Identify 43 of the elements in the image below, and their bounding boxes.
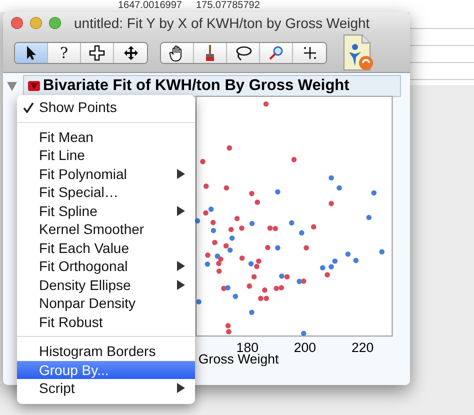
menu-item[interactable]: Histogram Borders — [17, 342, 195, 360]
menu-item[interactable]: Show Points — [17, 98, 195, 116]
move-tool-button[interactable] — [114, 43, 147, 63]
close-button[interactable] — [11, 17, 23, 29]
lasso-tool-button[interactable] — [227, 43, 260, 63]
magnifier-tool-button[interactable] — [260, 43, 293, 63]
menu-item[interactable]: Fit Orthogonal — [17, 257, 195, 276]
move-arrows-icon — [122, 45, 138, 61]
hand-tool-button[interactable] — [161, 43, 194, 63]
menu-item[interactable]: Group By... — [17, 360, 195, 379]
brush-icon — [203, 44, 217, 62]
menu-item[interactable]: Fit Robust — [17, 312, 195, 331]
menu-item[interactable]: Fit Spline — [17, 202, 195, 220]
zoom-button[interactable] — [49, 17, 61, 29]
window-title: untitled: Fit Y by X of KWH/ton by Gross Weight — [74, 15, 370, 31]
minimize-button[interactable] — [30, 17, 42, 29]
crosshair-tool-button[interactable] — [81, 43, 114, 63]
menu-item[interactable]: Script — [17, 379, 195, 398]
table-cell: 175.07785792 — [196, 0, 260, 12]
crosshair-icon — [302, 45, 318, 61]
menu-item[interactable]: Fit Special… — [17, 183, 195, 202]
report-title: Bivariate Fit of KWH/ton By Gross Weight — [43, 77, 350, 95]
magnifier-icon — [268, 45, 284, 61]
menu-item[interactable]: Fit Line — [17, 146, 195, 164]
axis-tick-label: 200 — [294, 340, 316, 356]
disclosure-triangle-icon[interactable] — [7, 82, 17, 90]
table-cell: 1647.0016997 — [118, 0, 182, 12]
script-file-icon[interactable] — [341, 34, 375, 72]
plus-outline-icon — [89, 45, 105, 61]
menu-item[interactable]: Fit Polynomial — [17, 164, 195, 183]
pointer-arrow-icon — [24, 45, 38, 61]
help-tool-button[interactable]: ? — [48, 43, 81, 63]
brush-tool-button[interactable] — [194, 43, 227, 63]
arrow-tool-button[interactable] — [15, 43, 48, 63]
menu-item[interactable]: Density Ellipse — [17, 276, 195, 294]
menu-item[interactable]: Nonpar Density — [17, 294, 195, 312]
menu-item[interactable]: Kernel Smoother — [17, 220, 195, 238]
crosshair-xy-tool-button[interactable] — [293, 43, 326, 63]
triangle-menu-icon[interactable] — [28, 81, 40, 91]
axis-tick-label: 220 — [352, 340, 374, 356]
menu-item[interactable]: Fit Mean — [17, 128, 195, 146]
menu-item[interactable]: Fit Each Value — [17, 238, 195, 257]
lasso-icon — [234, 45, 252, 61]
